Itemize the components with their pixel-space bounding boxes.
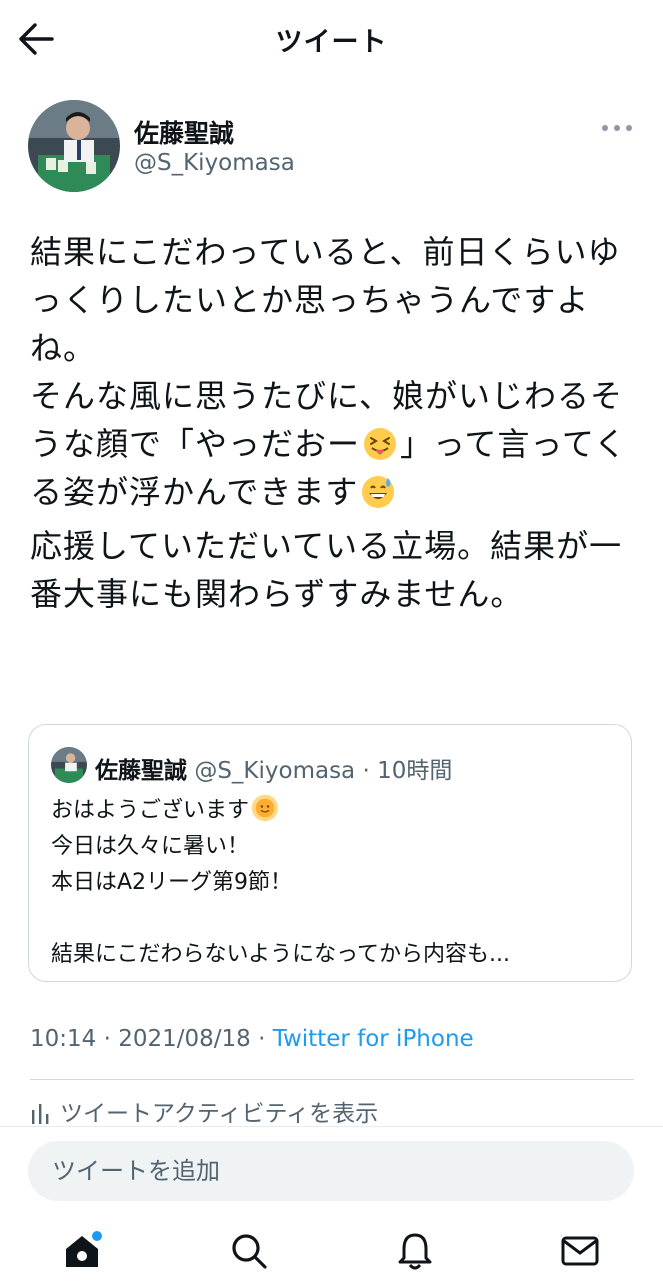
notifications-icon[interactable] bbox=[395, 1231, 435, 1271]
squinting-tongue-face-icon bbox=[364, 428, 397, 460]
quoted-handle-time: @S_Kiyomasa · 10時間 bbox=[194, 758, 453, 784]
quoted-text: おはようございます 今日は久々に暑い！ 本日はA2リーグ第9節！ 結果にこだわら… bbox=[51, 793, 611, 973]
messages-icon[interactable] bbox=[560, 1231, 600, 1271]
search-icon[interactable] bbox=[229, 1231, 269, 1271]
reply-placeholder: ツイートを追加 bbox=[52, 1157, 220, 1185]
notification-dot bbox=[92, 1231, 102, 1241]
tweet-text: 結果にこだわっていると、前日くらいゆっくりしたいとか思っちゃうんですよね。 そん… bbox=[30, 228, 640, 618]
activity-label: ツイートアクティビティを表示 bbox=[60, 1101, 379, 1127]
author-name[interactable]: 佐藤聖誠 bbox=[134, 114, 234, 150]
bar-chart-icon bbox=[32, 1104, 49, 1124]
divider bbox=[30, 1079, 634, 1080]
quoted-line1: おはようございます bbox=[51, 798, 250, 823]
quoted-author-name: 佐藤聖誠 bbox=[95, 758, 187, 784]
sun-face-icon bbox=[251, 794, 279, 822]
quoted-line2: 今日は久々に暑い！ bbox=[51, 834, 250, 859]
tweet-text-part3: 応援していただいている立場。結果が一番大事にも関わらずすみません。 bbox=[30, 527, 623, 613]
quoted-avatar bbox=[51, 747, 87, 783]
tweet-activity-link[interactable]: ツイートアクティビティを表示 bbox=[30, 1094, 378, 1128]
top-bar: ツイート bbox=[0, 0, 663, 78]
page-title: ツイート bbox=[275, 27, 388, 58]
reply-input[interactable]: ツイートを追加 bbox=[28, 1141, 634, 1201]
author-handle[interactable]: @S_Kiyomasa bbox=[134, 150, 295, 176]
bottom-bar: ツイートを追加 bbox=[0, 1126, 663, 1281]
quoted-header: 佐藤聖誠 @S_Kiyomasa · 10時間 bbox=[95, 751, 452, 785]
quoted-line3: 本日はA2リーグ第9節！ bbox=[51, 870, 293, 895]
source-link[interactable]: Twitter for iPhone bbox=[273, 1026, 474, 1052]
more-options-icon[interactable] bbox=[598, 118, 636, 138]
grinning-sweat-face-icon bbox=[362, 476, 395, 508]
tweet-timestamp: 10:14 · 2021/08/18 · Twitter for iPhone bbox=[30, 1026, 474, 1052]
avatar[interactable] bbox=[28, 100, 120, 192]
quoted-line4: 結果にこだわらないようになってから内容も... bbox=[51, 942, 511, 967]
time-date: 10:14 · 2021/08/18 · bbox=[30, 1026, 273, 1052]
quoted-tweet[interactable]: 佐藤聖誠 @S_Kiyomasa · 10時間 おはようございます 今日は久々に… bbox=[28, 724, 632, 982]
